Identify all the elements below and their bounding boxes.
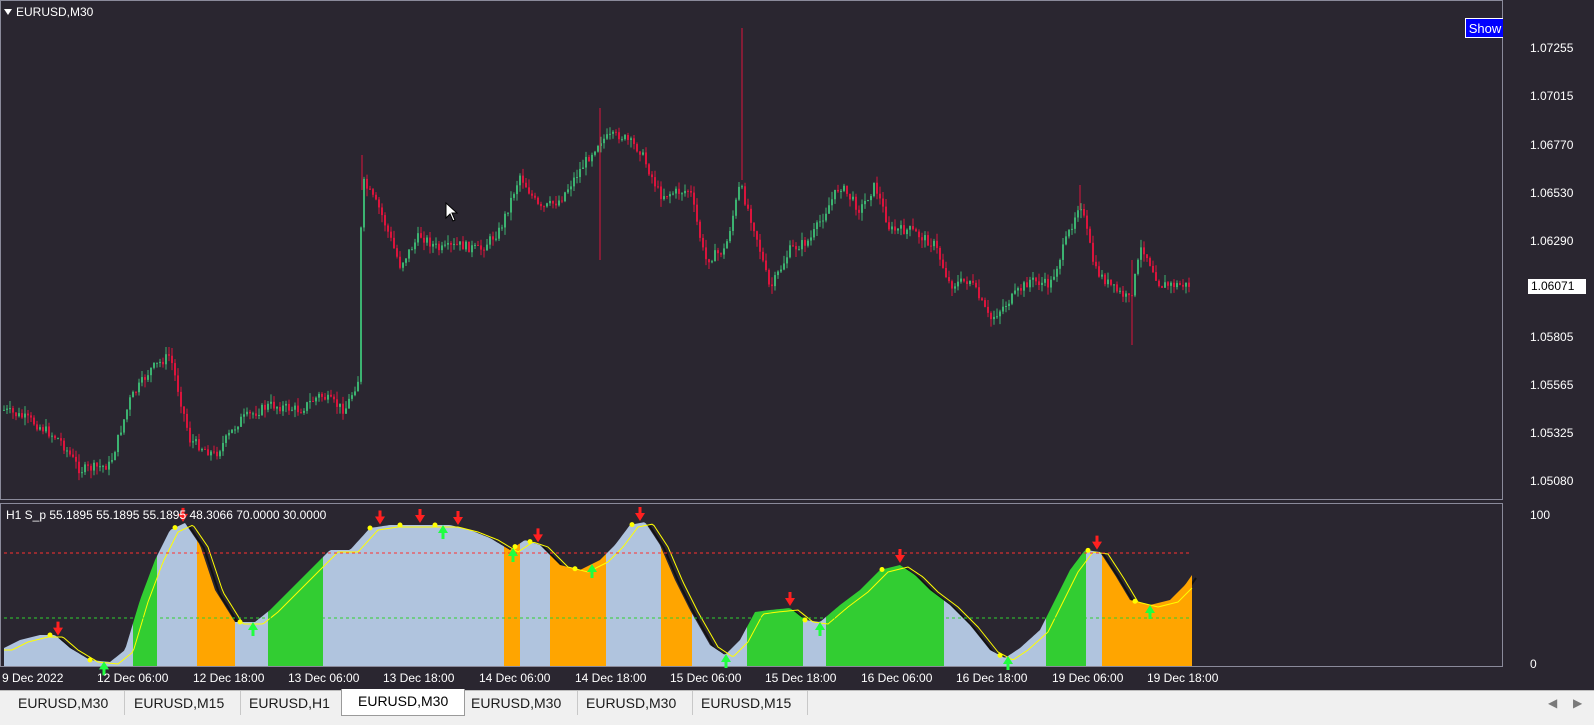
time-tick: 16 Dec 06:00 [861,671,933,685]
time-tick: 14 Dec 18:00 [575,671,647,685]
signal-dot [172,525,178,531]
signal-dot [572,566,578,572]
oscillator-band [803,616,826,666]
price-tick: 1.06290 [1530,234,1574,248]
signal-dot [87,657,93,663]
oscillator-band [692,613,747,666]
oscillator-band [323,525,504,666]
price-tick: 1.05565 [1530,378,1574,392]
price-tick: 1.07255 [1530,41,1574,55]
sell-arrow-icon [533,528,543,543]
indicator-label: H1 S_p 55.1895 55.1895 55.1895 48.3066 7… [6,508,327,522]
indicator-plot [4,507,1197,676]
signal-dot [512,544,518,550]
tab-eurusd-m30-active[interactable]: EURUSD,M30 [341,689,466,716]
tab-eurusd-m15[interactable]: EURUSD,M15 [685,691,809,715]
oscillator-band [747,608,803,666]
oscillator-band [197,540,235,666]
tab-eurusd-m30[interactable]: EURUSD,M30 [570,691,694,715]
signal-dot [367,525,373,531]
indicator-scale-top: 100 [1530,508,1551,522]
price-tick: 1.05805 [1530,330,1574,344]
time-tick: 19 Dec 18:00 [1147,671,1219,685]
sell-arrow-icon [1092,535,1102,550]
price-tick: 1.05325 [1530,426,1574,440]
time-tick: 15 Dec 06:00 [670,671,742,685]
time-tick: 13 Dec 18:00 [383,671,455,685]
oscillator-band [550,554,606,666]
oscillator-band [661,547,692,666]
sell-arrow-icon [895,549,905,563]
signal-dot [1132,598,1138,604]
tab-eurusd-h1[interactable]: EURUSD,H1 [233,691,347,715]
chevron-right-icon[interactable]: ▶ [1573,696,1582,710]
tab-eurusd-m30[interactable]: EURUSD,M30 [455,691,579,715]
time-tick: 13 Dec 06:00 [288,671,360,685]
signal-dot [237,619,243,625]
price-tick: 1.06770 [1530,138,1574,152]
time-tick: 9 Dec 2022 [2,671,64,685]
time-tick: 16 Dec 18:00 [956,671,1028,685]
signal-dot [1085,547,1091,553]
oscillator-band [606,522,661,666]
chevron-left-icon[interactable]: ◀ [1548,696,1557,710]
signal-dot [397,522,403,528]
time-tick: 19 Dec 06:00 [1052,671,1124,685]
tab-eurusd-m30[interactable]: EURUSD,M30 [2,691,126,715]
sell-arrow-icon [415,509,425,523]
price-tick: 1.07015 [1530,89,1574,103]
signal-dot [629,522,635,528]
oscillator-band [944,600,1046,666]
tab-eurusd-m15[interactable]: EURUSD,M15 [118,691,242,715]
sell-arrow-icon [453,511,463,525]
signal-dot [432,522,438,528]
chart-tab-bar: EURUSD,M30 EURUSD,M15 EURUSD,H1 EURUSD,M… [0,689,1594,725]
oscillator-band [1046,550,1086,666]
time-tick: 15 Dec 18:00 [765,671,837,685]
price-scale[interactable] [1503,0,1594,690]
price-tick: 1.05080 [1530,474,1574,488]
indicator-scale-bottom: 0 [1530,657,1537,671]
signal-dot [802,617,808,623]
oscillator-band [268,557,323,666]
signal-dot [997,652,1003,658]
sell-arrow-icon [635,507,645,521]
oscillator-band [157,523,197,666]
oscillator-band [1086,550,1102,666]
signal-dot [879,567,885,572]
time-tick: 14 Dec 06:00 [479,671,551,685]
sell-arrow-icon [53,621,63,636]
time-tick: 12 Dec 06:00 [97,671,169,685]
oscillator-band [520,540,550,666]
signal-dot [47,632,53,638]
sell-arrow-icon [785,592,795,606]
current-price-label: 1.06071 [1528,279,1586,294]
price-tick: 1.06530 [1530,186,1574,200]
time-tick: 12 Dec 18:00 [193,671,265,685]
sell-arrow-icon [375,510,385,525]
signal-dot [527,539,533,545]
